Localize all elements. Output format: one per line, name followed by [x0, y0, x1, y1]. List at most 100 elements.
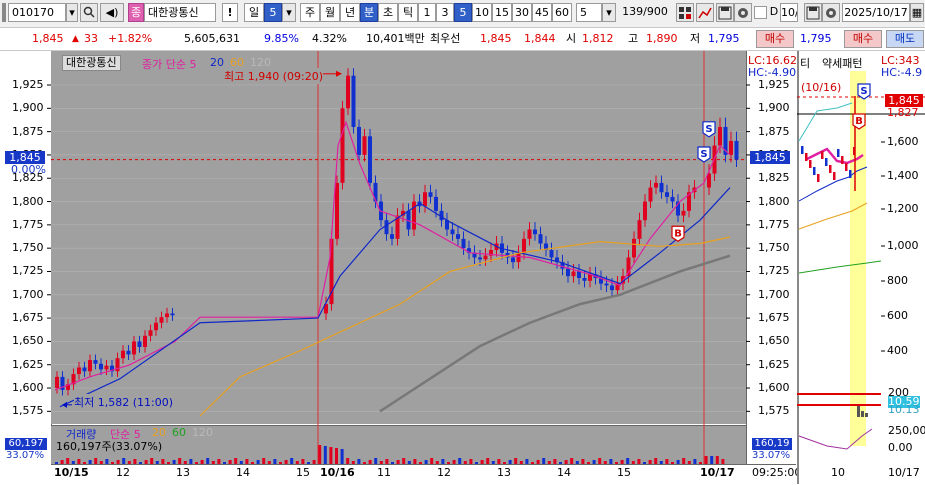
right-save-button[interactable] — [804, 3, 822, 22]
y-tick-label: 1,875 — [758, 124, 790, 138]
time-axis-label: 10/15 — [54, 466, 89, 479]
date-value: 2025/10/17 — [844, 6, 908, 19]
alert-icon: ! — [227, 6, 233, 19]
interval-label: 5 — [459, 6, 467, 19]
candle-body — [511, 257, 515, 263]
grid-tool-button[interactable] — [676, 3, 694, 22]
day-count-dropdown[interactable]: ▾ — [282, 3, 296, 22]
save-button[interactable] — [716, 3, 734, 22]
side-buy-signal-label: B — [855, 116, 863, 127]
checkbox-label: D — [768, 3, 780, 22]
side-x-label: 10/17 — [888, 466, 920, 479]
alert-button[interactable]: ! — [222, 3, 238, 22]
candle-body — [159, 317, 164, 323]
right-settings-button[interactable] — [822, 3, 840, 22]
interval-10-button[interactable]: 10 — [472, 3, 492, 22]
period-second-tab[interactable]: 초 — [378, 3, 398, 22]
y-tick-label: 1,925 — [12, 78, 44, 91]
candle-body — [461, 238, 466, 249]
period-tick-tab[interactable]: 틱 — [398, 3, 418, 22]
chart-legend-name[interactable]: 대한광통신 — [62, 55, 121, 71]
interval-count-input[interactable]: 5 — [576, 3, 602, 22]
stock-name-field[interactable]: 대한광통신 — [144, 3, 216, 22]
side-candle — [801, 146, 804, 154]
side-sell-label: 매도 — [894, 32, 916, 45]
open-price: 1,812 — [582, 32, 614, 45]
side-candle — [813, 167, 816, 175]
search-button[interactable] — [80, 3, 98, 22]
right-code-input[interactable]: 10/ — [780, 3, 798, 22]
stock-code-input[interactable]: 010170 — [8, 3, 66, 22]
interval-1-button[interactable]: 1 — [418, 3, 436, 22]
interval-count-dropdown[interactable]: ▾ — [602, 3, 616, 22]
settings-button[interactable] — [734, 3, 752, 22]
hc-label: HC:-4.90 — [748, 66, 797, 79]
option-checkbox[interactable] — [754, 6, 767, 19]
interval-count-value: 5 — [580, 6, 587, 19]
volume-bar — [335, 448, 338, 464]
page-counter-text: 139/900 — [622, 5, 668, 18]
volume-legend-ma120: 120 — [192, 426, 213, 439]
sound-button[interactable]: ◀) — [100, 3, 124, 22]
buy-button-label: 매수 — [764, 32, 786, 45]
side-price: 1,795 — [800, 32, 832, 45]
candle-body — [478, 257, 482, 260]
date-picker-button[interactable]: ▦ — [910, 3, 924, 22]
candle-body — [571, 271, 576, 277]
candle-body — [132, 341, 136, 355]
search-icon — [83, 6, 95, 18]
high-label: 고 — [628, 32, 639, 45]
interval-3-button[interactable]: 3 — [436, 3, 454, 22]
chevron-down-icon: ▾ — [69, 6, 75, 19]
y-tick-label: 1,650 — [12, 334, 44, 348]
candle-body — [77, 367, 81, 375]
period-month-tab[interactable]: 월 — [320, 3, 340, 22]
candle-body — [154, 322, 158, 331]
buy-button[interactable]: 매수 — [756, 30, 794, 48]
turnover-rate: 9.85% — [264, 32, 299, 45]
open-label: 시 — [566, 32, 577, 45]
side-y-tick-label: 400 — [887, 344, 908, 357]
period-minute-tab[interactable]: 분 — [360, 3, 378, 22]
gear-icon — [738, 8, 748, 18]
volume-bar — [318, 445, 322, 464]
candle-body — [170, 313, 175, 316]
candle-body — [335, 182, 339, 239]
volume-left-tag: 60,197 — [5, 438, 47, 450]
candle-body — [362, 136, 367, 155]
interval-30-button[interactable]: 30 — [512, 3, 532, 22]
side-sell-button[interactable]: 매도 — [886, 30, 924, 48]
code-dropdown-button[interactable]: ▾ — [66, 3, 78, 22]
side-candle — [809, 160, 812, 168]
draw-tool-button[interactable] — [696, 3, 714, 22]
interval-label: 45 — [535, 6, 549, 19]
period-week-tab[interactable]: 주 — [300, 3, 320, 22]
interval-45-button[interactable]: 45 — [532, 3, 552, 22]
candle-body — [143, 335, 147, 348]
page-counter: 139/900 — [620, 3, 670, 22]
volume-left-tag-text: 60,197 — [8, 438, 44, 449]
volume-left-pct: 33.07% — [6, 450, 45, 461]
day-count-input[interactable]: 5 — [264, 3, 282, 22]
legend-stock-name: 대한광통신 — [66, 56, 117, 69]
date-input[interactable]: 2025/10/17 — [842, 3, 910, 22]
trend-line-icon — [698, 7, 712, 19]
interval-5-button[interactable]: 5 — [454, 3, 472, 22]
drag-handle[interactable] — [2, 3, 6, 22]
period-day-tab[interactable]: 일 — [244, 3, 264, 22]
right-price-tag-text: 1,845 — [754, 151, 786, 164]
interval-label: 3 — [441, 6, 449, 19]
chevron-down-icon: ▾ — [606, 6, 612, 19]
candle-body — [357, 126, 361, 155]
candle-body — [659, 182, 664, 193]
candle-body — [637, 220, 642, 239]
sell-signal-label: S — [700, 149, 707, 160]
time-axis-label: 14 — [236, 466, 250, 479]
interval-60-button[interactable]: 60 — [552, 3, 572, 22]
chevron-down-icon: ▾ — [286, 6, 292, 19]
time-axis-label: 10/17 — [700, 466, 735, 479]
y-tick-label: 1,700 — [758, 287, 790, 301]
period-year-tab[interactable]: 년 — [340, 3, 360, 22]
interval-15-button[interactable]: 15 — [492, 3, 512, 22]
side-buy-button[interactable]: 매수 — [844, 30, 882, 48]
